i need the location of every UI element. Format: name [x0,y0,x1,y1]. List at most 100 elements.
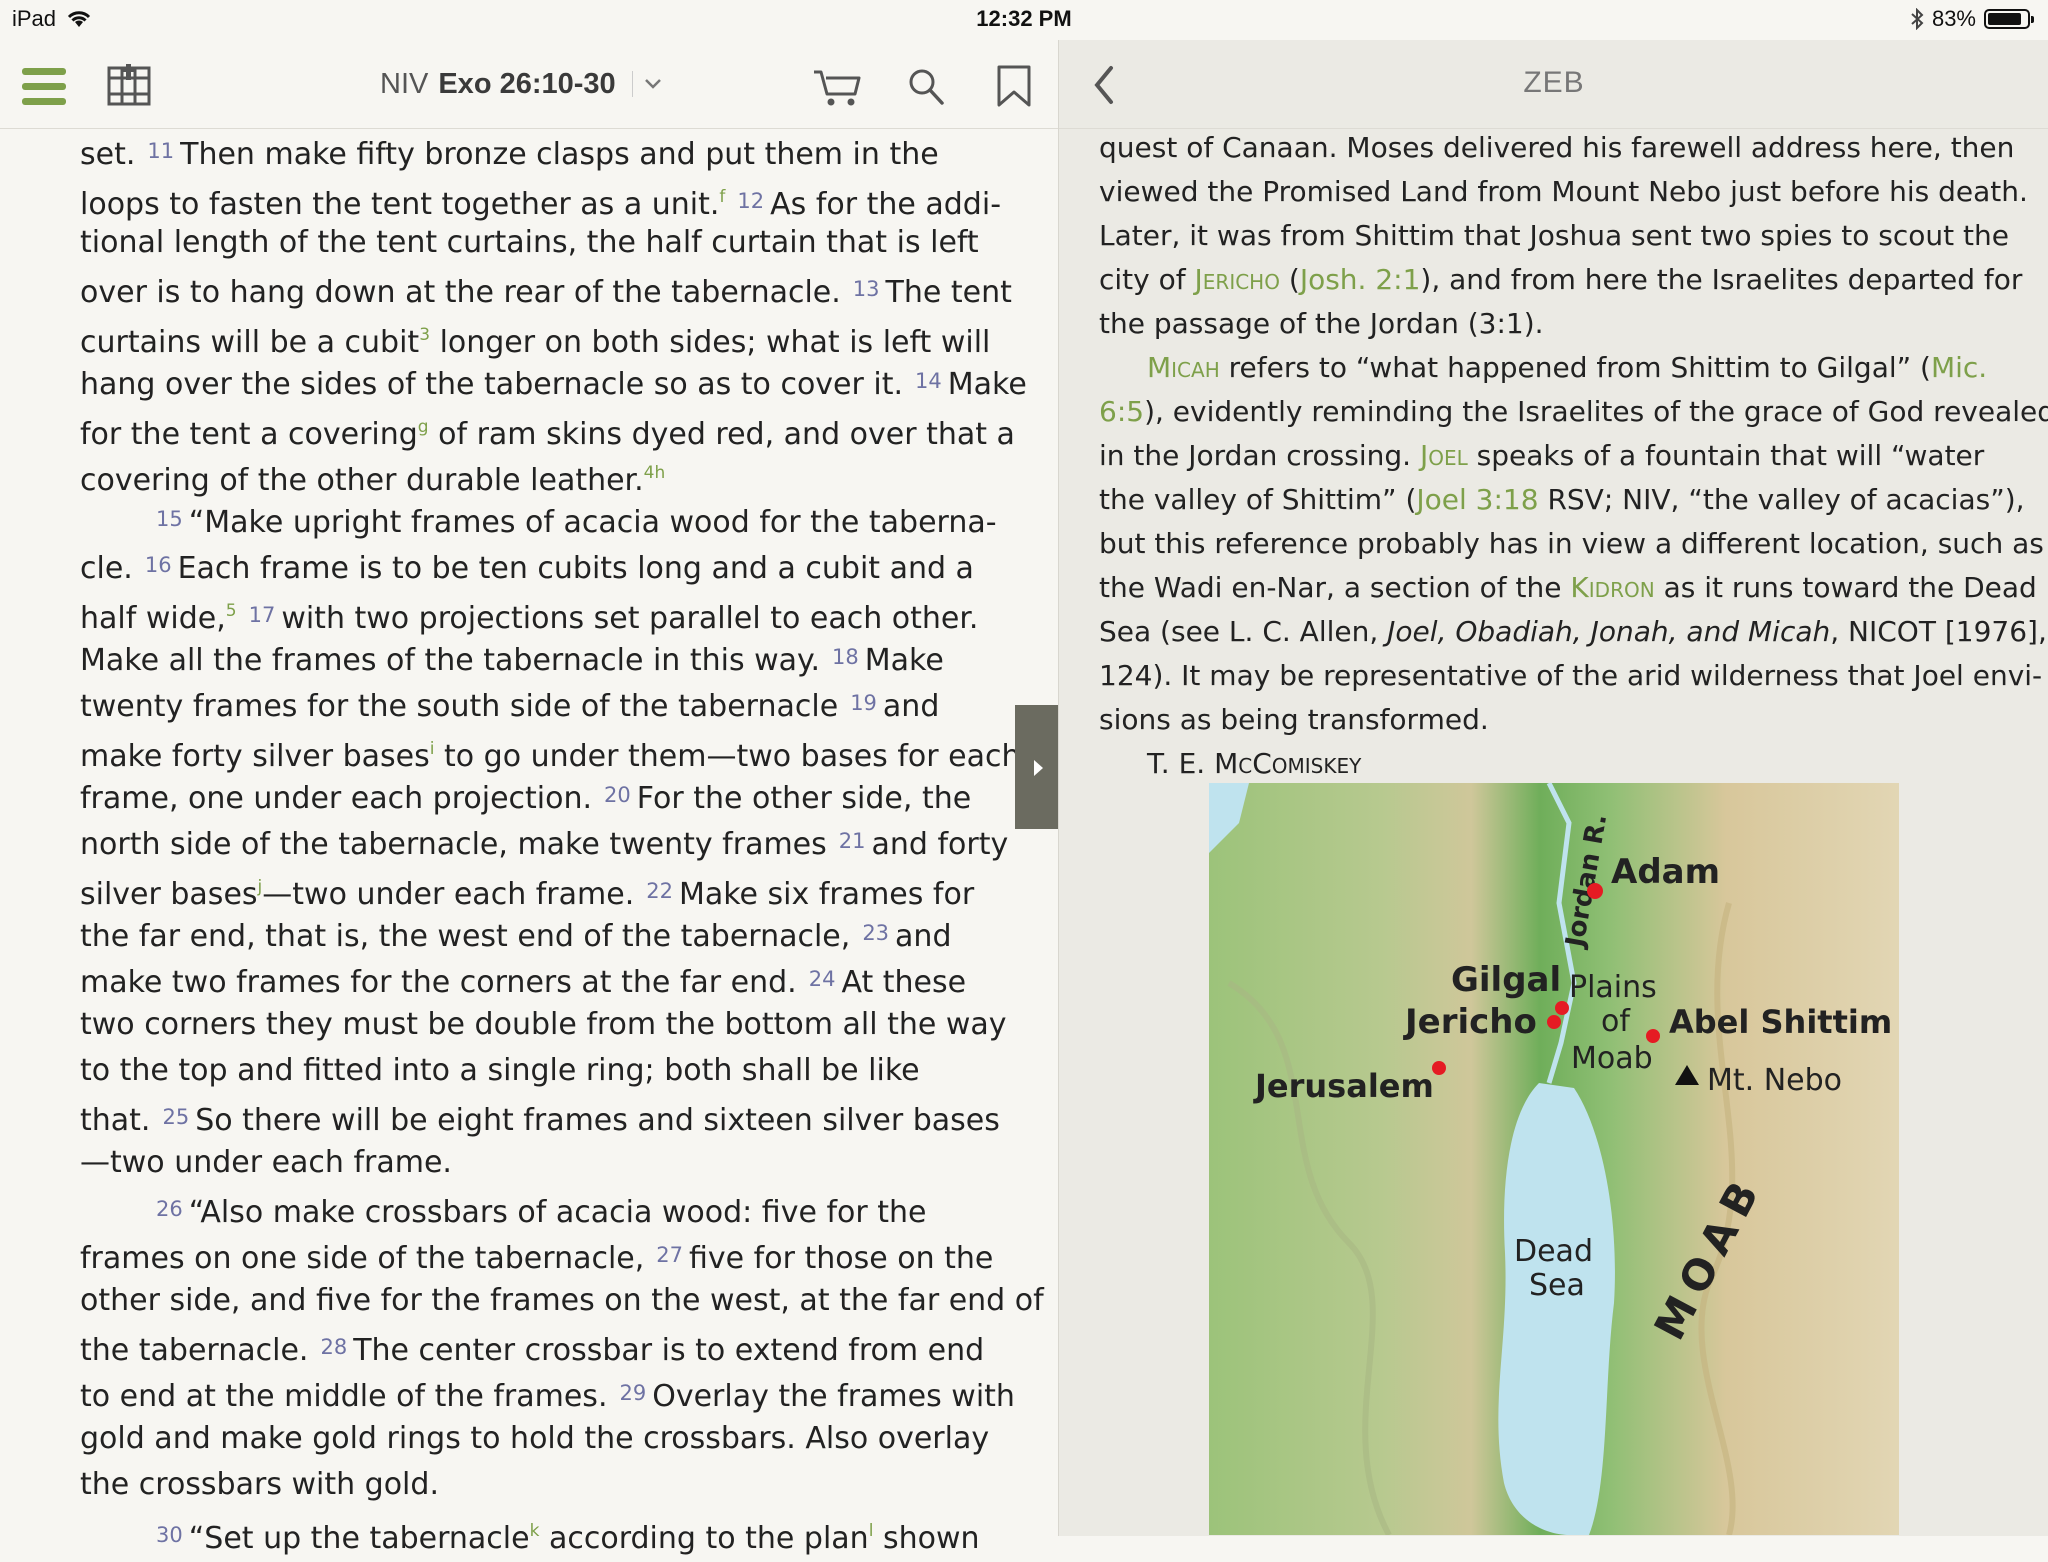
cart-icon[interactable] [812,66,862,108]
footnote-marker[interactable]: f [719,187,725,207]
bible-pane: NIV Exo 26:10-30 set. 11 Then make fifty b… [0,40,1058,1556]
text-line: the crossbars with gold. [80,1467,439,1502]
text-line: the tabernacle. 28 The center crossbar is … [80,1333,985,1368]
text-line: 15 “Make upright frames of acacia wood fo… [156,505,997,540]
verse-number: 12 [737,189,765,213]
bluetooth-icon [1911,8,1924,30]
map-label-jerusalem: Jerusalem [1253,1067,1434,1105]
verse-number: 29 [619,1381,647,1405]
bookmark-icon[interactable] [994,64,1034,108]
text-line: loops to fasten the tent together as a u… [80,187,1002,222]
text-line: city of Jericho (Josh. 2:1), and from he… [1099,263,2023,296]
text-line: tional length of the tent curtains, the … [80,225,979,260]
footnote-marker[interactable]: 4h [644,463,666,483]
text-line: sions as being transformed. [1099,703,1489,736]
text-line: over is to hang down at the rear of the … [80,275,1012,310]
footnote-marker[interactable]: 3 [419,325,430,345]
verse-number: 13 [852,277,880,301]
bible-reference: Exo 26:10-30 [438,67,616,100]
text-line: 6:5), evidently reminding the Israelites… [1099,395,2048,428]
status-bar: iPad 12:32 PM 83% [0,0,2048,40]
verse-number: 15 [156,507,183,531]
footnote-marker[interactable]: 5 [226,601,237,621]
verse-number: 19 [850,691,877,715]
text-line: set. 11 Then make fifty bronze clasps and … [80,137,939,172]
scripture-link[interactable]: Joel 3:18 [1416,483,1538,516]
verse-number: 18 [832,645,859,669]
text-line: frames on one side of the tabernacle, 27 f… [80,1241,994,1276]
zeb-article-text: quest of Canaan. Moses delivered his far… [1099,126,2048,786]
text-line: north side of the tabernacle, make twent… [80,827,1009,862]
pane-divider-handle[interactable] [1015,705,1059,829]
text-line: 30 “Set up the tabernaclek according to t… [156,1521,980,1556]
text-line: Micah refers to “what happened from Shit… [1147,351,1988,384]
text-line: to the top and fitted into a single ring… [80,1053,920,1088]
scripture-link[interactable]: Josh. 2:1 [1300,263,1421,296]
text-line: viewed the Promised Land from Mount Nebo… [1099,175,2028,208]
verse-number: 11 [147,139,175,163]
text-line: 124). It may be representative of the ar… [1099,659,2043,692]
text-line: curtains will be a cubit3 longer on both… [80,325,991,360]
search-icon[interactable] [906,66,946,108]
footnote-marker[interactable]: k [530,1521,540,1541]
zeb-toolbar: ZEB [1059,40,2048,129]
text-line: make two frames for the corners at the f… [80,965,967,1000]
text-line: gold and make gold rings to hold the cro… [80,1421,990,1456]
scripture-link[interactable]: Mic. [1931,351,1987,384]
verse-number: 14 [915,369,942,393]
battery-percent: 83% [1931,6,1976,31]
verse-number: 17 [248,603,276,627]
article-link[interactable]: Jericho [1195,263,1280,296]
text-line: make forty silver basesi to go under the… [80,739,1021,774]
map-label-of: of [1601,1004,1631,1039]
text-line: but this reference probably has in view … [1099,527,2044,560]
footnote-marker[interactable]: l [869,1521,874,1541]
footnote-marker[interactable]: i [430,739,435,759]
map-label-abel-shittim: Abel Shittim [1669,1003,1892,1041]
map-label-dead: Dead [1514,1234,1593,1269]
article-link[interactable]: Kidron [1570,571,1654,604]
verse-number: 30 [156,1523,183,1547]
menu-icon[interactable] [22,68,66,108]
scripture-link[interactable]: 6:5 [1099,395,1144,428]
text-line: Make all the frames of the tabernacle in… [80,643,944,678]
article-link[interactable]: Micah [1147,351,1220,384]
library-icon[interactable] [106,64,152,108]
bible-version: NIV [380,67,429,100]
verse-number: 20 [604,783,631,807]
text-line: Later, it was from Shittim that Joshua s… [1099,219,2009,252]
article-link[interactable]: Joel [1420,439,1468,472]
battery-icon [1984,9,2034,29]
text-line: —two under each frame. [80,1145,452,1180]
text-line: cle. 16 Each frame is to be ten cubits lon… [80,551,974,586]
map-label-mt-nebo: Mt. Nebo [1707,1063,1842,1098]
text-line: hang over the sides of the tabernacle so… [80,367,1027,402]
text-line: twenty frames for the south side of the … [80,689,940,724]
text-line: the far end, that is, the west end of th… [80,919,952,954]
verse-number: 28 [320,1335,348,1359]
verse-number: 27 [656,1243,684,1267]
text-line: the valley of Shittim” (Joel 3:18 RSV; N… [1099,483,2025,516]
map-label-adam: Adam [1611,852,1720,892]
text-line: Sea (see L. C. Allen, Joel, Obadiah, Jon… [1099,615,2047,648]
reference-selector[interactable]: NIV Exo 26:10-30 [380,62,663,106]
map-label-gilgal: Gilgal [1451,960,1561,1000]
verse-number: 23 [862,921,890,945]
zeb-pane: ZEB quest of Canaan. Moses delivered his… [1058,40,2048,1536]
verse-number: 26 [156,1197,183,1221]
text-line: the Wadi en-Nar, a section of the Kidron… [1099,571,2037,604]
map-image[interactable]: Jordan R. Adam Gilgal Jericho Plains of … [1209,783,1899,1535]
text-line: quest of Canaan. Moses delivered his far… [1099,131,2015,164]
map-label-plains: Plains [1569,970,1657,1005]
text-line: other side, and five for the frames on t… [80,1283,1044,1318]
text-line: covering of the other durable leather.4h [80,463,666,498]
article-author: T. E. McComiskey [1147,747,1362,780]
text-line: silver basesj—two under each frame. 22 Mak… [80,877,975,912]
text-line: two corners they must be double from the… [80,1007,1007,1042]
footnote-marker[interactable]: g [418,417,429,437]
verse-number: 25 [162,1105,190,1129]
text-line: the passage of the Jordan (3:1). [1099,307,1544,340]
text-line: for the tent a coveringg of ram skins dy… [80,417,1015,452]
map-label-sea: Sea [1529,1268,1585,1303]
chevron-down-icon [644,79,661,89]
